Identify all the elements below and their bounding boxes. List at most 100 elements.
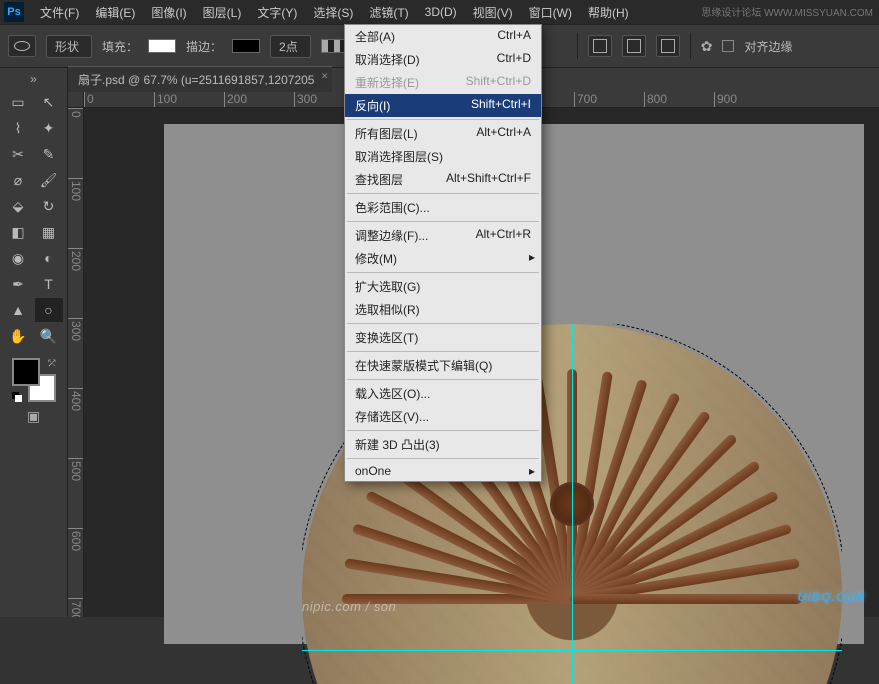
tool-lasso[interactable]: ⌇ (4, 116, 32, 140)
foreground-color[interactable] (12, 358, 40, 386)
path-op-icon[interactable] (590, 37, 610, 55)
tool-crop[interactable]: ✂ (4, 142, 32, 166)
menu-item[interactable]: 修改(M) (345, 247, 541, 270)
tool-marquee[interactable]: ▭ (4, 90, 32, 114)
tool-heal[interactable]: ⌀ (4, 168, 32, 192)
tool-dodge[interactable]: ◐ (35, 246, 63, 270)
guide-horizontal[interactable] (302, 650, 842, 651)
menu-select[interactable]: 选择(S) (305, 2, 361, 23)
tool-pen[interactable]: ✒ (4, 272, 32, 296)
menu-window[interactable]: 窗口(W) (521, 2, 580, 23)
menu-layer[interactable]: 图层(L) (195, 2, 250, 23)
tool-eraser[interactable]: ◧ (4, 220, 32, 244)
menu-item-label: 载入选区(O)... (355, 385, 430, 402)
tool-eyedropper[interactable]: ✎ (35, 142, 63, 166)
menu-item[interactable]: 查找图层 Alt+Shift+Ctrl+F (345, 168, 541, 191)
menu-shortcut: Shift+Ctrl+I (471, 97, 531, 114)
menu-item-label: 新建 3D 凸出(3) (355, 436, 440, 453)
document-tab[interactable]: 扇子.psd @ 67.7% (u=2511691857,1207205 ✕ (68, 66, 332, 92)
stroke-width-field[interactable]: 2点 (270, 35, 311, 58)
ruler-tick: 0 (84, 92, 154, 107)
tool-history-brush[interactable]: ↻ (35, 194, 63, 218)
ruler-tick: 100 (68, 178, 83, 248)
menu-separator (347, 272, 539, 273)
ruler-vertical[interactable]: 0100200300400500600700 (68, 108, 84, 617)
site-watermark: 思缘设计论坛 WWW.MISSYUAN.COM (701, 4, 873, 19)
align-edges-checkbox[interactable] (722, 40, 734, 52)
ruler-tick: 200 (224, 92, 294, 107)
menu-view[interactable]: 视图(V) (465, 2, 521, 23)
tool-move[interactable]: ↖ (35, 90, 63, 114)
menu-item[interactable]: 取消选择图层(S) (345, 145, 541, 168)
menu-bar: Ps 文件(F) 编辑(E) 图像(I) 图层(L) 文字(Y) 选择(S) 滤… (0, 0, 879, 24)
menu-item[interactable]: 新建 3D 凸出(3) (345, 433, 541, 456)
menu-3d[interactable]: 3D(D) (417, 3, 465, 21)
tool-wand[interactable]: ✦ (35, 116, 63, 140)
swap-colors-icon[interactable]: ⤱ (48, 358, 55, 369)
tool-shape[interactable]: ○ (35, 298, 63, 322)
menu-item-label: onOne (355, 464, 391, 478)
menu-image[interactable]: 图像(I) (143, 2, 194, 23)
tool-zoom[interactable]: 🔍 (35, 324, 63, 348)
active-tool-icon[interactable] (8, 35, 36, 57)
menu-file[interactable]: 文件(F) (32, 2, 87, 23)
menu-item[interactable]: 取消选择(D)Ctrl+D (345, 48, 541, 71)
path-operations[interactable] (588, 35, 612, 57)
fill-swatch[interactable] (148, 39, 176, 53)
menu-filter[interactable]: 滤镜(T) (361, 2, 416, 23)
menu-shortcut: Ctrl+A (497, 28, 531, 45)
tool-path-select[interactable]: ▲ (4, 298, 32, 322)
align-icon[interactable] (624, 37, 644, 55)
menu-shortcut: Alt+Ctrl+A (476, 125, 531, 142)
path-arrangement[interactable] (656, 35, 680, 57)
tool-stamp[interactable]: ⬙ (4, 194, 32, 218)
menu-item[interactable]: 调整边缘(F)...Alt+Ctrl+R (345, 224, 541, 247)
menu-item[interactable]: onOne (345, 461, 541, 481)
menu-shortcut: Ctrl+D (497, 51, 531, 68)
ruler-tick: 600 (68, 528, 83, 598)
tool-blur[interactable]: ◉ (4, 246, 32, 270)
ruler-tick: 800 (644, 92, 714, 107)
separator (690, 33, 691, 59)
menu-item-label: 扩大选取(G) (355, 278, 420, 295)
ruler-origin[interactable] (68, 92, 84, 108)
menu-item[interactable]: 载入选区(O)... (345, 382, 541, 405)
color-picker: ⤱ (12, 358, 56, 402)
tool-type[interactable]: T (35, 272, 63, 296)
image-watermark: nipic.com / son (302, 599, 396, 614)
menu-shortcut: Alt+Shift+Ctrl+F (446, 171, 531, 188)
shape-mode-dropdown[interactable]: 形状 (46, 35, 92, 58)
menu-edit[interactable]: 编辑(E) (87, 2, 143, 23)
tool-hand[interactable]: ✋ (4, 324, 32, 348)
menu-separator (347, 458, 539, 459)
menu-item[interactable]: 反向(I)Shift+Ctrl+I (345, 94, 541, 117)
arrange-icon[interactable] (658, 37, 678, 55)
menu-separator (347, 430, 539, 431)
menu-item[interactable]: 存储选区(V)... (345, 405, 541, 428)
menu-help[interactable]: 帮助(H) (580, 2, 637, 23)
menu-item-label: 存储选区(V)... (355, 408, 429, 425)
close-icon[interactable]: ✕ (321, 71, 329, 82)
toolbox: » ▭ ↖ ⌇ ✦ ✂ ✎ ⌀ 🖌 ⬙ ↻ ◧ ▦ ◉ ◐ ✒ T ▲ ○ ✋ … (0, 68, 68, 617)
menu-item[interactable]: 色彩范围(C)... (345, 196, 541, 219)
menu-item-label: 在快速蒙版模式下编辑(Q) (355, 357, 492, 374)
menu-item-label: 查找图层 (355, 171, 403, 188)
stroke-label: 描边： (186, 38, 222, 55)
stroke-swatch[interactable] (232, 39, 260, 53)
path-alignment[interactable] (622, 35, 646, 57)
menu-item[interactable]: 变换选区(T) (345, 326, 541, 349)
tool-gradient[interactable]: ▦ (35, 220, 63, 244)
menu-item[interactable]: 扩大选取(G) (345, 275, 541, 298)
tool-brush[interactable]: 🖌 (35, 168, 63, 192)
menu-type[interactable]: 文字(Y) (249, 2, 305, 23)
menu-item[interactable]: 在快速蒙版模式下编辑(Q) (345, 354, 541, 377)
guide-vertical[interactable] (572, 324, 573, 684)
menu-item[interactable]: 选取相似(R) (345, 298, 541, 321)
menu-item[interactable]: 全部(A)Ctrl+A (345, 25, 541, 48)
quickmask-toggle[interactable]: ▣ (4, 408, 63, 425)
default-colors-icon[interactable] (12, 392, 22, 402)
gear-icon[interactable]: ✿ (701, 38, 713, 55)
toolbox-handle[interactable]: » (4, 72, 63, 86)
menu-item[interactable]: 所有图层(L)Alt+Ctrl+A (345, 122, 541, 145)
ruler-tick: 0 (68, 108, 83, 178)
